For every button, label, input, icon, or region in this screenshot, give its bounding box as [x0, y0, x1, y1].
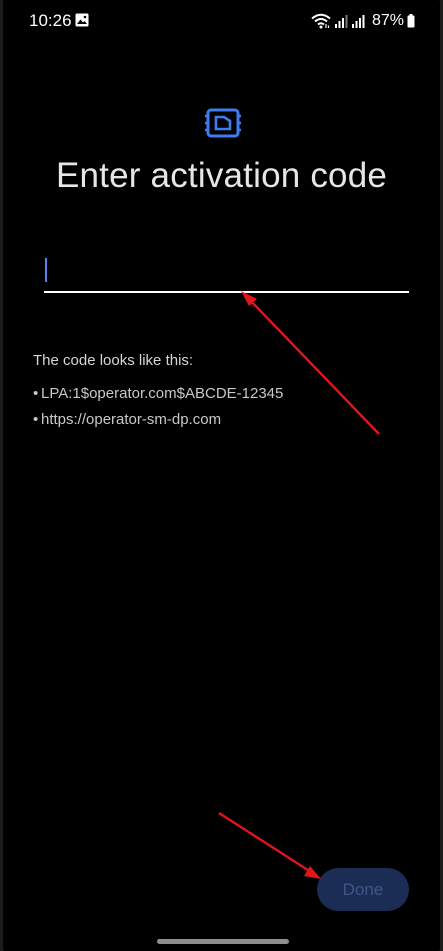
page-title: Enter activation code: [55, 156, 388, 195]
done-button[interactable]: Done: [317, 868, 409, 911]
status-icons: 87%: [311, 11, 415, 31]
activation-code-input[interactable]: [44, 253, 409, 291]
hint-heading: The code looks like this:: [33, 352, 194, 369]
status-time: 10:26: [29, 11, 72, 30]
hint-examples: • LPA:1$operator.com$ABCDE-12345 • https…: [33, 384, 283, 436]
hint-example-text: LPA:1$operator.com$ABCDE-12345: [41, 385, 284, 402]
annotation-arrow-done: [218, 811, 321, 879]
image-icon: [75, 13, 89, 27]
wifi-icon: [311, 13, 331, 29]
navigation-handle[interactable]: [157, 939, 289, 944]
bullet: •: [33, 411, 39, 428]
signal-icon: [334, 15, 348, 28]
annotation-overlay: [218, 291, 380, 879]
hint-example-text: https://operator-sm-dp.com: [41, 411, 222, 428]
sim-card-icon: [205, 108, 241, 138]
signal-icon: [351, 15, 365, 28]
battery-icon: [407, 14, 415, 28]
hint-example: • https://operator-sm-dp.com: [33, 410, 283, 436]
hint-example: • LPA:1$operator.com$ABCDE-12345: [33, 384, 283, 410]
text-cursor: [45, 258, 47, 282]
activation-code-field[interactable]: [44, 253, 409, 293]
status-bar: 10:26 87%: [3, 0, 440, 42]
battery-percentage: 87%: [371, 12, 404, 29]
screen: 10:26 87% Enter activation code The code…: [3, 0, 440, 951]
bullet: •: [33, 385, 39, 402]
